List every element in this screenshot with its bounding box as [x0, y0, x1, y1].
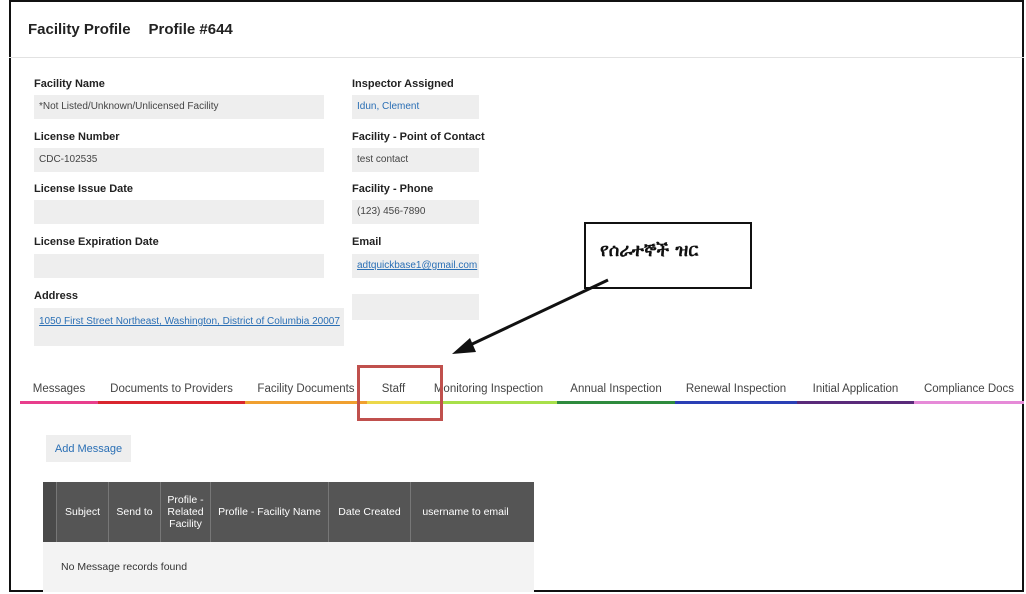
column-header-subject[interactable]: Subject: [57, 482, 109, 542]
table-select-column: [43, 482, 57, 542]
page-header: Facility Profile Profile #644: [9, 0, 1024, 58]
column-header-related-facility[interactable]: Profile - Related Facility: [161, 482, 211, 542]
tab-label: Messages: [32, 383, 86, 395]
facility-name-label: Facility Name: [34, 78, 105, 90]
callout-text: የሰራተኞች ዝር: [600, 240, 699, 261]
license-issue-date-field[interactable]: [34, 200, 324, 224]
tab-color-bar: [98, 401, 245, 404]
tab-color-bar: [245, 401, 367, 404]
tab-color-bar: [797, 401, 914, 404]
tab-initial-application[interactable]: Initial Application: [797, 370, 914, 408]
email-link[interactable]: adtquickbase1@gmail.com: [357, 260, 477, 271]
tab-color-bar: [675, 401, 797, 404]
point-of-contact-field[interactable]: test contact: [352, 148, 479, 172]
phone-field[interactable]: (123) 456-7890: [352, 200, 479, 224]
point-of-contact-label: Facility - Point of Contact: [352, 131, 485, 143]
tab-color-bar: [20, 401, 98, 404]
profile-number: Profile #644: [148, 21, 233, 38]
column-header-date-created[interactable]: Date Created: [329, 482, 411, 542]
empty-field: [352, 294, 479, 320]
license-expiration-date-field[interactable]: [34, 254, 324, 278]
empty-message: No Message records found: [61, 561, 188, 573]
tab-compliance-docs[interactable]: Compliance Docs: [914, 370, 1024, 408]
inspector-assigned-field[interactable]: Idun, Clement: [352, 95, 479, 119]
tab-label: Compliance Docs: [923, 383, 1015, 395]
email-label: Email: [352, 236, 382, 248]
page-title: Facility Profile: [28, 21, 131, 38]
license-number-field[interactable]: CDC-102535: [34, 148, 324, 172]
email-field[interactable]: adtquickbase1@gmail.com: [352, 254, 479, 278]
tab-bar: Messages Documents to Providers Facility…: [20, 370, 1024, 408]
column-header-username-to-email[interactable]: username to email: [411, 482, 520, 542]
column-header-facility-name[interactable]: Profile - Facility Name: [211, 482, 329, 542]
tab-annual-inspection[interactable]: Annual Inspection: [557, 370, 675, 408]
tab-label: Documents to Providers: [110, 383, 233, 395]
messages-table: Subject Send to Profile - Related Facili…: [43, 482, 534, 592]
phone-label: Facility - Phone: [352, 183, 434, 195]
table-empty-row: No Message records found: [43, 542, 534, 592]
tab-messages[interactable]: Messages: [20, 370, 98, 408]
table-header: Subject Send to Profile - Related Facili…: [43, 482, 534, 542]
tab-renewal-inspection[interactable]: Renewal Inspection: [675, 370, 797, 408]
facility-name-field[interactable]: *Not Listed/Unknown/Unlicensed Facility: [34, 95, 324, 119]
tab-label: Annual Inspection: [570, 383, 662, 395]
tab-color-bar: [557, 401, 675, 404]
address-label: Address: [34, 290, 79, 302]
license-number-label: License Number: [34, 131, 120, 143]
address-link[interactable]: 1050 First Street Northeast, Washington,…: [39, 316, 340, 327]
license-issue-date-label: License Issue Date: [34, 183, 134, 195]
inspector-link[interactable]: Idun, Clement: [357, 101, 419, 112]
tab-documents-to-providers[interactable]: Documents to Providers: [98, 370, 245, 408]
staff-tab-highlight: [357, 365, 443, 421]
license-expiration-date-label: License Expiration Date: [34, 236, 159, 248]
tab-color-bar: [914, 401, 1024, 404]
tab-label: Initial Application: [812, 383, 899, 395]
add-message-button[interactable]: Add Message: [46, 435, 131, 462]
address-field[interactable]: 1050 First Street Northeast, Washington,…: [34, 308, 344, 346]
annotation-callout: የሰራተኞች ዝር: [584, 222, 752, 289]
inspector-assigned-label: Inspector Assigned: [352, 78, 454, 90]
tab-facility-documents[interactable]: Facility Documents: [245, 370, 367, 408]
tab-label: Monitoring Inspection: [433, 383, 544, 395]
column-header-send-to[interactable]: Send to: [109, 482, 161, 542]
tab-label: Facility Documents: [257, 383, 355, 395]
tab-label: Renewal Inspection: [685, 383, 787, 395]
